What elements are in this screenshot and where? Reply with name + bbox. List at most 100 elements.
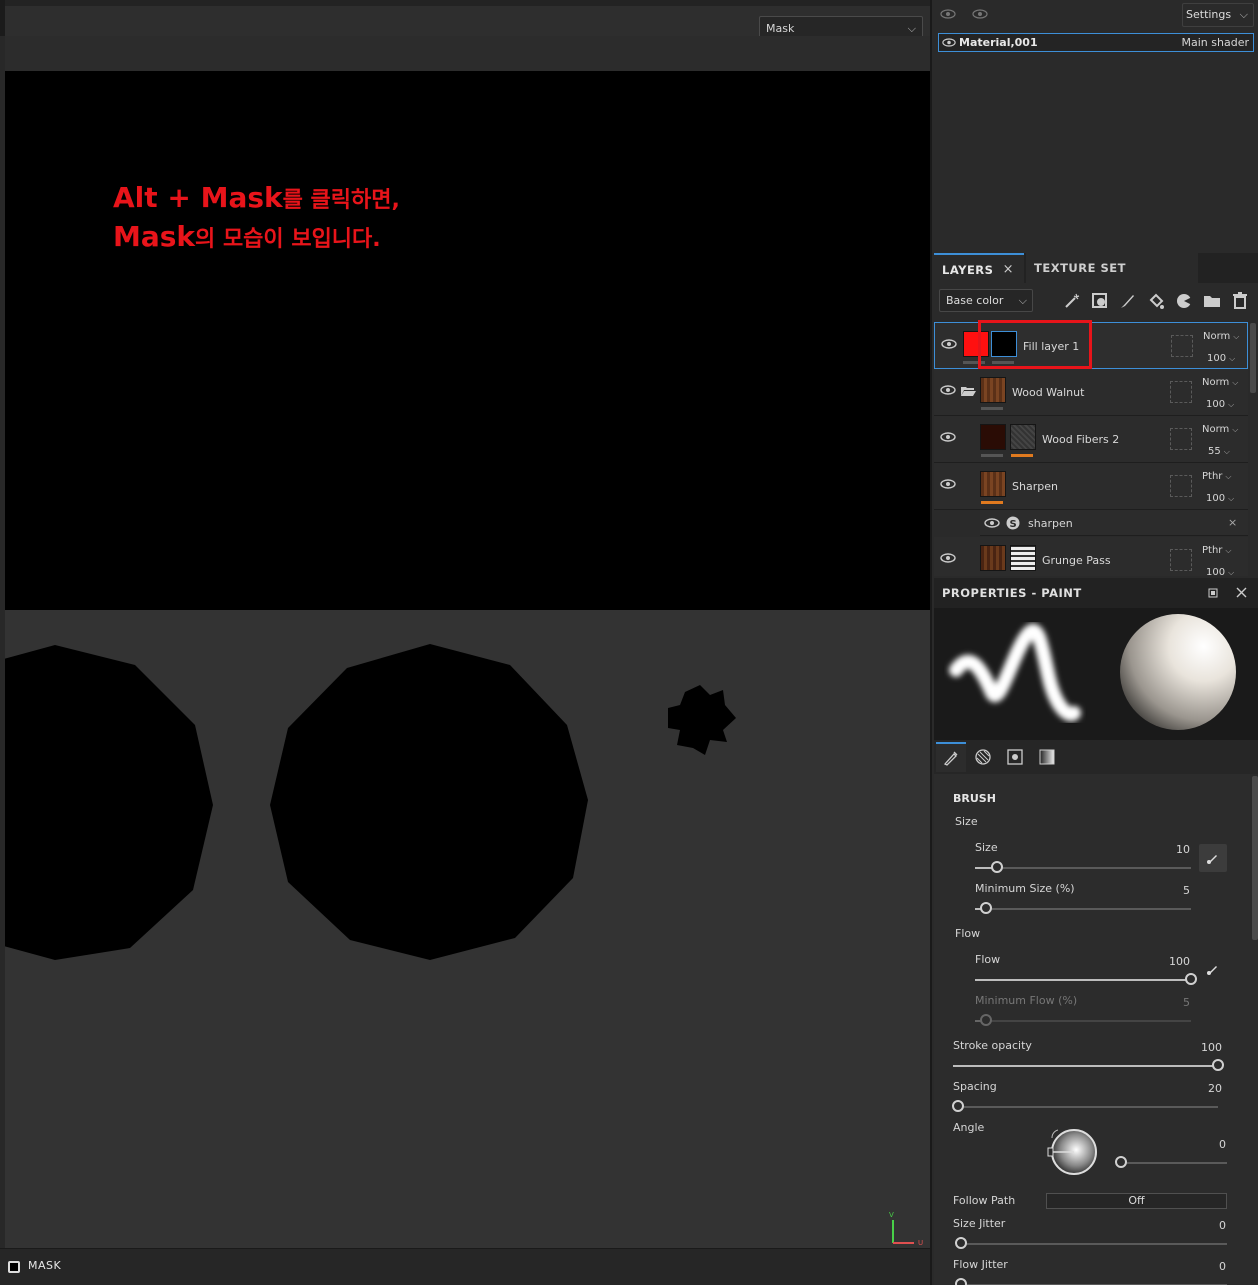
size-jitter-slider-track[interactable] <box>961 1243 1227 1245</box>
settings-dropdown[interactable]: Settings ⌵ <box>1182 3 1254 27</box>
layer-opacity[interactable]: 55 ⌵ <box>1208 446 1230 457</box>
undock-icon[interactable] <box>1208 588 1218 598</box>
angle-dial[interactable] <box>1042 1126 1102 1178</box>
tab-texture-set-settings[interactable]: TEXTURE SET SETTINGS <box>1026 253 1198 305</box>
layer-row[interactable]: Wood Fibers 2 Norm ⌵ 55 ⌵ <box>934 416 1248 463</box>
close-icon[interactable]: × <box>1003 255 1014 285</box>
tab-material[interactable] <box>1032 742 1062 772</box>
min-flow-label: Minimum Flow (%) <box>975 994 1078 1007</box>
layer-blend-mode[interactable]: Norm ⌵ <box>1202 424 1238 435</box>
layer-mask-slot[interactable] <box>1170 381 1192 403</box>
uv-viewport[interactable]: Mask ⌵ Alt + Mask를 클릭하면, Mask의 모습이 보입니다.… <box>0 0 930 1285</box>
add-effect-icon[interactable] <box>1062 291 1082 311</box>
stroke-opacity-slider-knob[interactable] <box>1212 1059 1224 1071</box>
paint-layer-icon[interactable] <box>1118 291 1138 311</box>
chevron-down-icon: ⌵ <box>1228 568 1235 576</box>
folder-open-icon[interactable] <box>960 385 976 397</box>
layer-mask-slot[interactable] <box>1170 549 1192 571</box>
material-name: Material,001 <box>959 36 1038 49</box>
eye-icon[interactable] <box>940 385 956 395</box>
min-size-slider-track[interactable] <box>975 908 1191 910</box>
flow-value[interactable]: 100 <box>1150 955 1190 968</box>
pen-pressure-size-button[interactable] <box>1199 844 1227 872</box>
channel-select[interactable]: Base color ⌵ <box>939 289 1033 312</box>
follow-path-toggle[interactable]: Off <box>1046 1193 1227 1209</box>
effect-name[interactable]: sharpen <box>1028 517 1073 530</box>
angle-slider-knob[interactable] <box>1115 1156 1127 1168</box>
trash-icon[interactable] <box>1230 291 1250 311</box>
layer-name[interactable]: Wood Walnut <box>1012 386 1084 399</box>
layer-mask-thumbnail[interactable] <box>1010 545 1036 571</box>
size-jitter-value[interactable]: 0 <box>1186 1219 1226 1232</box>
eye-icon[interactable] <box>941 339 957 349</box>
tab-layers[interactable]: LAYERS × <box>934 253 1024 283</box>
layer-list-scrollbar[interactable] <box>1248 321 1258 576</box>
layer-opacity[interactable]: 100 ⌵ <box>1206 399 1234 410</box>
layer-blend-mode[interactable]: Pthr ⌵ <box>1202 471 1231 482</box>
layer-row[interactable]: Sharpen Pthr ⌵ 100 ⌵ <box>934 463 1248 510</box>
eye-icon[interactable] <box>940 432 956 442</box>
size-slider-track[interactable] <box>975 867 1191 869</box>
eye-icon[interactable] <box>942 38 956 47</box>
layer-name[interactable]: Wood Fibers 2 <box>1042 433 1119 446</box>
flow-slider-knob[interactable] <box>1185 973 1197 985</box>
angle-value[interactable]: 0 <box>1186 1138 1226 1151</box>
close-icon[interactable] <box>1236 587 1247 598</box>
layer-thumbnail[interactable] <box>980 377 1006 403</box>
layer-color-thumbnail[interactable] <box>980 424 1006 450</box>
layer-thumbnail[interactable] <box>980 471 1006 497</box>
shader-name[interactable]: Main shader <box>1182 36 1249 49</box>
layer-name[interactable]: Sharpen <box>1012 480 1058 493</box>
layer-opacity[interactable]: 100 ⌵ <box>1207 353 1235 364</box>
min-size-value[interactable]: 5 <box>1150 884 1190 897</box>
layer-blend-mode[interactable]: Norm ⌵ <box>1203 331 1239 342</box>
flow-jitter-slider-knob[interactable] <box>955 1278 967 1285</box>
spacing-slider-track[interactable] <box>953 1106 1218 1108</box>
eye-icon[interactable] <box>972 9 988 19</box>
layer-thumbnail[interactable] <box>980 545 1006 571</box>
spacing-slider-knob[interactable] <box>952 1100 965 1112</box>
tab-alpha[interactable] <box>968 742 998 772</box>
texture-set-row[interactable]: Material,001 Main shader <box>938 33 1254 52</box>
smart-material-icon[interactable] <box>1174 291 1194 311</box>
spacing-value[interactable]: 20 <box>1182 1082 1222 1095</box>
scrollbar-thumb[interactable] <box>1252 776 1258 940</box>
layer-blend-mode[interactable]: Pthr ⌵ <box>1202 545 1231 556</box>
axis-v-label: V <box>889 1211 894 1219</box>
size-slider-knob[interactable] <box>990 861 1003 873</box>
layer-mask-slot[interactable] <box>1170 428 1192 450</box>
size-value[interactable]: 10 <box>1150 843 1190 856</box>
layer-row[interactable]: Grunge Pass Pthr ⌵ 100 ⌵ <box>934 537 1248 576</box>
stroke-opacity-value[interactable]: 100 <box>1182 1041 1222 1054</box>
add-mask-icon[interactable] <box>1090 291 1110 311</box>
angle-slider-track[interactable] <box>1121 1162 1227 1164</box>
hide-icon[interactable] <box>940 9 956 19</box>
layer-name[interactable]: Grunge Pass <box>1042 554 1111 567</box>
size-jitter-slider-knob[interactable] <box>955 1237 967 1249</box>
scrollbar-thumb[interactable] <box>1250 323 1256 393</box>
layer-row[interactable]: Wood Walnut Norm ⌵ 100 ⌵ <box>934 369 1248 416</box>
eye-icon[interactable] <box>984 518 1000 528</box>
tab-stencil[interactable] <box>1000 742 1030 772</box>
uv-island-area[interactable] <box>5 610 930 1248</box>
min-size-slider-knob[interactable] <box>979 902 992 914</box>
eye-icon[interactable] <box>940 553 956 563</box>
close-icon[interactable]: × <box>1228 516 1237 529</box>
pen-pressure-icon[interactable] <box>1206 962 1220 976</box>
layer-mask-slot[interactable] <box>1170 475 1192 497</box>
layer-mask-slot[interactable] <box>1171 335 1193 357</box>
opacity-value: 100 <box>1206 493 1226 504</box>
opacity-value: 55 <box>1208 446 1221 457</box>
layer-effect-row[interactable]: S sharpen × <box>980 510 1248 536</box>
tab-brush[interactable] <box>936 742 966 772</box>
properties-scrollbar[interactable] <box>1250 774 1258 1285</box>
chevron-down-icon: ⌵ <box>1239 8 1248 21</box>
layer-opacity[interactable]: 100 ⌵ <box>1206 493 1234 504</box>
eye-icon[interactable] <box>940 479 956 489</box>
layer-blend-mode[interactable]: Norm ⌵ <box>1202 377 1238 388</box>
layer-opacity[interactable]: 100 ⌵ <box>1206 567 1234 576</box>
folder-icon[interactable] <box>1202 291 1222 311</box>
layer-mask-thumbnail[interactable] <box>1010 424 1036 450</box>
fill-layer-icon[interactable] <box>1146 291 1166 311</box>
flow-jitter-value[interactable]: 0 <box>1186 1260 1226 1273</box>
